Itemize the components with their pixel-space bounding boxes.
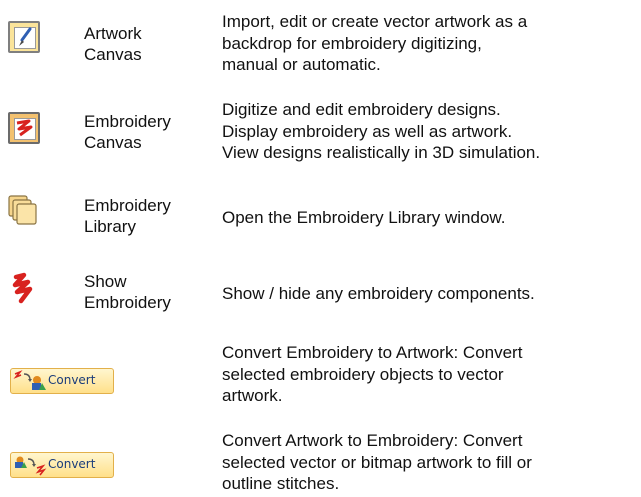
convert-artwork-to-embroidery-icon [15,456,47,476]
embroidery-canvas-label: Embroidery Canvas [84,112,171,152]
convert-button-label: Convert [48,373,96,387]
embroidery-library-icon[interactable] [8,195,40,227]
show-embroidery-description: Show / hide any embroidery components. [222,284,535,303]
embroidery-canvas-description: Digitize and edit embroidery designs. Di… [222,100,541,162]
convert-emb-to-art-description: Convert Embroidery to Artwork: Convert s… [222,343,523,405]
convert-button-label: Convert [48,457,96,471]
artwork-canvas-icon[interactable] [8,21,40,53]
embroidery-library-label: Embroidery Library [84,196,171,236]
artwork-canvas-description: Import, edit or create vector artwork as… [222,12,528,74]
show-embroidery-icon[interactable] [8,271,40,304]
convert-art-to-emb-description: Convert Artwork to Embroidery: Convert s… [222,431,532,493]
convert-embroidery-to-artwork-button[interactable]: Convert [10,368,114,394]
convert-artwork-to-embroidery-button[interactable]: Convert [10,452,114,478]
embroidery-canvas-icon[interactable] [8,112,40,144]
artwork-canvas-label: Artwork Canvas [84,24,142,64]
show-embroidery-label: Show Embroidery [84,272,171,312]
convert-embroidery-to-artwork-icon [13,370,46,390]
embroidery-library-description: Open the Embroidery Library window. [222,208,506,227]
